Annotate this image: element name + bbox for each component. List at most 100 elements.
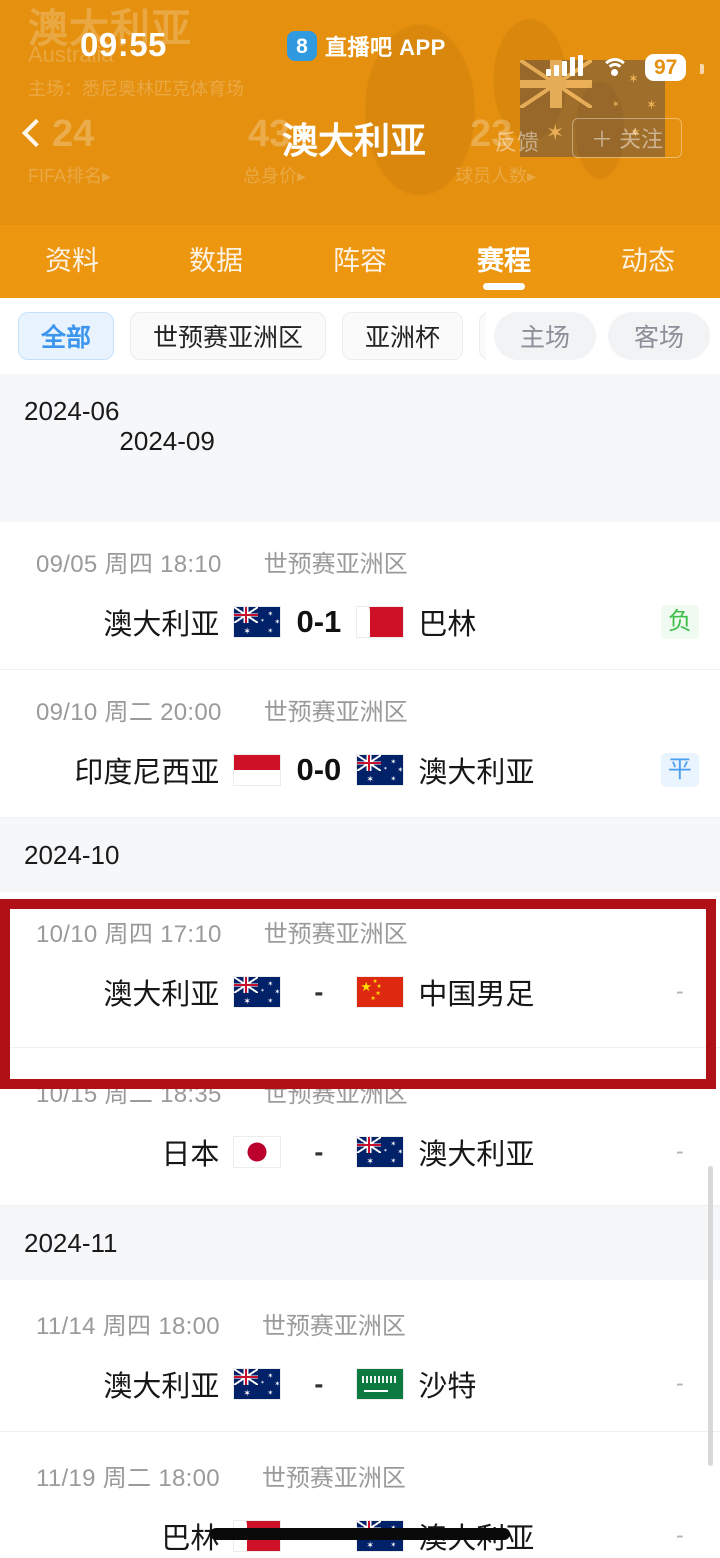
- japan-flag-icon: [233, 1136, 282, 1168]
- month-header-2024-09: 2024-09: [119, 426, 215, 456]
- home-team: 日本: [0, 1131, 282, 1173]
- match-date: 09/05 周四 18:10: [36, 551, 222, 578]
- filter-chip-all[interactable]: 全部: [18, 312, 115, 360]
- match-score: -: [314, 1368, 324, 1399]
- status-badge: -: [675, 1370, 684, 1397]
- away-team: ✶✶ ✶✶✶ 澳大利亚: [356, 1131, 637, 1173]
- match-meta: 11/19 周二 18:00 世预赛亚洲区: [0, 1458, 720, 1493]
- table-row[interactable]: 09/10 周二 20:00 世预赛亚洲区 印度尼西亚 0-0 ✶ ✶ ✶ ✶ ✶ 澳…: [0, 670, 720, 818]
- match-competition: 世预赛亚洲区: [263, 1081, 408, 1108]
- match-date: 11/19 周二 18:00: [36, 1465, 220, 1492]
- filter-chip-asian-cup[interactable]: 亚洲杯: [342, 312, 464, 360]
- away-team-name: 沙特: [418, 1371, 477, 1403]
- table-row[interactable]: 11/14 周四 18:00 世预赛亚洲区 澳大利亚 ✶ ✶ ✶ ✶ ✶ - 沙特: [0, 1280, 720, 1432]
- status-bar-clock: 09:55: [80, 26, 167, 63]
- tab-saicheng[interactable]: 赛程: [432, 225, 576, 298]
- ghost-team-venue: 主场：悉尼奥林匹克体育场: [28, 79, 244, 99]
- table-row[interactable]: 10/15 周二 18:35 世预赛亚洲区 日本 - ✶ ✶ ✶ ✶ ✶ 澳大利亚: [0, 1048, 720, 1206]
- match-date: 11/14 周四 18:00: [36, 1313, 220, 1340]
- tab-ziliao[interactable]: 资料: [0, 225, 144, 298]
- match-body: 澳大利亚 ✶ ✶ ✶ ✶ ✶ - ★ ★ ★ ★ ★ 中国男足 -: [0, 971, 720, 1013]
- match-result: -: [652, 1135, 708, 1169]
- table-row[interactable]: 09/05 周四 18:10 世预赛亚洲区 澳大利亚 ✶ ✶ ✶ ✶ ✶ 0-1 巴林: [0, 522, 720, 670]
- tab-dongtai[interactable]: 动态: [576, 225, 720, 298]
- away-team-name: 巴林: [418, 609, 477, 641]
- match-meta: 09/05 周四 18:10 世预赛亚洲区: [0, 544, 720, 579]
- battery-percent-label: 97: [645, 54, 687, 82]
- vertical-scrollbar[interactable]: [708, 1166, 713, 1466]
- battery-nub-icon: [700, 64, 704, 74]
- match-result: -: [652, 1519, 708, 1553]
- back-button[interactable]: [18, 116, 44, 150]
- match-score: 0-0: [296, 752, 342, 787]
- saudi-arabia-flag-icon: [356, 1368, 405, 1400]
- status-badge: 负: [660, 605, 699, 639]
- home-team-name: 澳大利亚: [103, 1371, 220, 1403]
- filter-chip-away[interactable]: 客场: [607, 312, 710, 360]
- page-title: 澳大利亚: [282, 120, 427, 161]
- match-result: 平: [652, 753, 708, 787]
- cellular-signal-icon: [546, 55, 583, 76]
- match-result: -: [652, 975, 708, 1009]
- match-date: 09/10 周二 20:00: [36, 699, 222, 726]
- match-result: 负: [652, 605, 708, 639]
- china-flag-icon: ★ ★ ★ ★ ★: [356, 976, 405, 1008]
- home-team-name: 印度尼西亚: [74, 757, 220, 789]
- match-competition: 世预赛亚洲区: [261, 1313, 406, 1340]
- status-bar: 09:55 8 直播吧 APP 97: [0, 26, 720, 82]
- away-team-name: 中国男足: [418, 979, 535, 1011]
- month-header-2024-11: 2024-11: [0, 1206, 720, 1280]
- status-badge: 平: [660, 753, 699, 787]
- australia-flag-icon: ✶✶ ✶✶✶: [356, 1136, 405, 1168]
- match-competition: 世预赛亚洲区: [263, 921, 408, 948]
- fifa-rank-label[interactable]: FIFA排名▸: [28, 162, 111, 188]
- wifi-icon: [600, 58, 630, 80]
- australia-flag-icon: ✶✶ ✶✶✶: [233, 606, 282, 638]
- team-header: 澳大利亚 Australia 主场：悉尼奥林匹克体育场 24 FIFA排名▸ 4…: [0, 0, 720, 225]
- filter-chip-wcq-asia[interactable]: 世预赛亚洲区: [130, 312, 327, 360]
- match-meta: 10/10 周四 17:10 世预赛亚洲区: [0, 914, 720, 949]
- match-list: 2024-06 2024-09 09/05 周四 18:10 世预赛亚洲区 澳大…: [0, 374, 720, 1558]
- home-indicator[interactable]: [210, 1528, 510, 1540]
- home-team: 澳大利亚 ✶ ✶ ✶ ✶ ✶: [0, 971, 282, 1013]
- match-competition: 世预赛亚洲区: [263, 699, 408, 726]
- tab-shuju[interactable]: 数据: [144, 225, 288, 298]
- match-date: 10/10 周四 17:10: [36, 921, 222, 948]
- away-team: 沙特: [356, 1363, 637, 1405]
- app-logo-icon: 8: [287, 31, 317, 61]
- australia-flag-icon: ✶✶ ✶✶✶: [356, 754, 405, 786]
- app-name-label: 直播吧 APP: [325, 35, 446, 60]
- venue-filter-group: 主场 客场: [485, 312, 710, 360]
- away-team-name: 澳大利亚: [418, 757, 535, 789]
- match-score: -: [314, 976, 324, 1007]
- match-meta: 09/10 周二 20:00 世预赛亚洲区: [0, 692, 720, 727]
- total-value-label[interactable]: 总身价▸: [243, 162, 306, 188]
- away-team: 巴林: [356, 601, 637, 643]
- match-result: -: [652, 1367, 708, 1401]
- app-root: 澳大利亚 Australia 主场：悉尼奥林匹克体育场 24 FIFA排名▸ 4…: [0, 0, 720, 1558]
- match-date: 10/15 周二 18:35: [36, 1081, 222, 1108]
- match-body: 日本 - ✶ ✶ ✶ ✶ ✶ 澳大利亚 -: [0, 1131, 720, 1173]
- away-team-name: 澳大利亚: [418, 1139, 535, 1171]
- match-meta: 11/14 周四 18:00 世预赛亚洲区: [0, 1306, 720, 1341]
- match-body: 澳大利亚 ✶ ✶ ✶ ✶ ✶ 0-1 巴林 负: [0, 601, 720, 643]
- match-score: -: [314, 1136, 324, 1167]
- match-body: 印度尼西亚 0-0 ✶ ✶ ✶ ✶ ✶ 澳大利亚 平: [0, 749, 720, 791]
- match-meta: 10/15 周二 18:35 世预赛亚洲区: [0, 1074, 720, 1109]
- match-competition: 世预赛亚洲区: [261, 1465, 406, 1492]
- status-badge: -: [675, 978, 684, 1005]
- away-team: ★ ★ ★ ★ ★ 中国男足: [356, 971, 637, 1013]
- home-team: 澳大利亚 ✶ ✶ ✶ ✶ ✶: [0, 601, 282, 643]
- feedback-button[interactable]: 反馈: [495, 125, 539, 157]
- squad-count-label[interactable]: 球员人数▸: [455, 162, 536, 188]
- match-body: 澳大利亚 ✶ ✶ ✶ ✶ ✶ - 沙特 -: [0, 1363, 720, 1405]
- table-row[interactable]: 10/10 周四 17:10 世预赛亚洲区 澳大利亚 ✶ ✶ ✶ ✶ ✶ - ★ ★ ★ …: [0, 892, 720, 1048]
- away-team: ✶✶ ✶✶✶ 澳大利亚: [356, 749, 637, 791]
- follow-button[interactable]: ＋ 关注: [572, 118, 682, 158]
- tab-zhenrong[interactable]: 阵容: [288, 225, 432, 298]
- australia-flag-icon: ✶✶ ✶✶✶: [233, 1368, 282, 1400]
- month-header-2024-06: 2024-06: [24, 396, 120, 426]
- month-header-group: 2024-06 2024-09: [0, 374, 720, 522]
- home-team: 澳大利亚 ✶ ✶ ✶ ✶ ✶: [0, 1363, 282, 1405]
- filter-chip-home[interactable]: 主场: [493, 312, 596, 360]
